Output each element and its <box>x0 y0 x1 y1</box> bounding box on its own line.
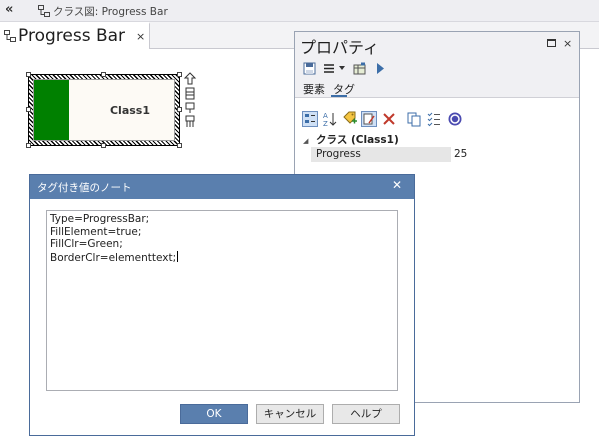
help-icon[interactable] <box>447 111 463 127</box>
class-diagram-icon <box>4 30 16 42</box>
properties-tabs: 要素 タグ <box>295 79 579 98</box>
resize-handle[interactable] <box>177 72 182 77</box>
note-textarea[interactable]: Type=ProgressBar; FillElement=true; Fill… <box>46 210 398 391</box>
note-line: BorderClr=elementtext; <box>50 251 177 264</box>
class-diagram-icon <box>38 5 50 17</box>
categorize-icon[interactable] <box>302 111 318 127</box>
group-label: クラス (Class1) <box>316 134 399 146</box>
close-icon[interactable]: × <box>136 30 145 43</box>
save-icon[interactable] <box>303 62 316 75</box>
element-name: Class1 <box>109 104 150 117</box>
tagged-value-note-dialog: タグ付き値のノート ✕ Type=ProgressBar; FillElemen… <box>29 174 415 436</box>
breadcrumb-bar: « クラス図: Progress Bar <box>0 0 599 22</box>
delete-icon[interactable] <box>381 111 397 127</box>
resize-handle[interactable] <box>101 143 106 148</box>
tab-title: Progress Bar <box>18 26 126 46</box>
class-element[interactable]: Class1 <box>26 72 182 148</box>
collapse-triangle-icon[interactable]: ◢ <box>303 137 308 145</box>
resize-handle[interactable] <box>26 107 31 112</box>
tab-element[interactable]: 要素 <box>303 81 325 97</box>
quick-linker-icons[interactable] <box>183 72 197 134</box>
menu-icon[interactable] <box>323 62 337 75</box>
new-tag-icon[interactable] <box>342 111 358 127</box>
cancel-button[interactable]: キャンセル <box>256 404 324 424</box>
svg-text:Z: Z <box>323 120 328 127</box>
element-browser-icon[interactable] <box>353 62 366 75</box>
properties-titlebar[interactable]: プロパティ × <box>295 32 579 59</box>
progress-fill <box>34 80 69 140</box>
property-row[interactable]: Progress 25 <box>311 147 579 162</box>
ok-button[interactable]: OK <box>180 404 248 424</box>
note-line: FillElement=true; <box>50 225 142 238</box>
svg-text:A: A <box>323 112 328 120</box>
active-tab-indicator <box>331 95 347 97</box>
resize-handle[interactable] <box>177 107 182 112</box>
properties-toolbar <box>295 59 579 79</box>
properties-title: プロパティ <box>300 38 380 57</box>
play-icon[interactable] <box>375 62 385 75</box>
edit-note-icon[interactable] <box>361 111 377 127</box>
sort-alpha-icon[interactable]: A Z <box>322 111 338 127</box>
chevron-down-icon[interactable] <box>339 65 345 71</box>
dialog-titlebar[interactable]: タグ付き値のノート ✕ <box>30 175 414 199</box>
property-group[interactable]: ◢ クラス (Class1) <box>303 132 399 147</box>
close-icon[interactable]: ✕ <box>392 178 402 192</box>
property-value[interactable]: 25 <box>454 147 579 162</box>
element-body: Class1 <box>33 79 175 141</box>
resize-handle[interactable] <box>101 72 106 77</box>
resize-handle[interactable] <box>177 143 182 148</box>
note-line: Type=ProgressBar; <box>50 213 150 225</box>
checklist-icon[interactable] <box>426 111 442 127</box>
resize-handle[interactable] <box>26 72 31 77</box>
resize-handle[interactable] <box>26 143 31 148</box>
help-button[interactable]: ヘルプ <box>332 404 400 424</box>
maximize-icon[interactable] <box>547 39 556 47</box>
dialog-title: タグ付き値のノート <box>37 182 132 194</box>
note-line-with-caret: BorderClr=elementtext; <box>50 250 394 265</box>
text-caret <box>177 250 179 262</box>
property-name: Progress <box>311 147 451 162</box>
breadcrumb[interactable]: クラス図: Progress Bar <box>53 4 168 19</box>
close-icon[interactable]: × <box>563 37 572 50</box>
collapse-icon[interactable]: « <box>5 2 13 17</box>
copy-icon[interactable] <box>406 111 422 127</box>
note-line: FillClr=Green; <box>50 238 123 250</box>
tab-progress-bar[interactable]: Progress Bar × <box>0 22 150 49</box>
tag-toolbar: A Z <box>295 108 579 130</box>
